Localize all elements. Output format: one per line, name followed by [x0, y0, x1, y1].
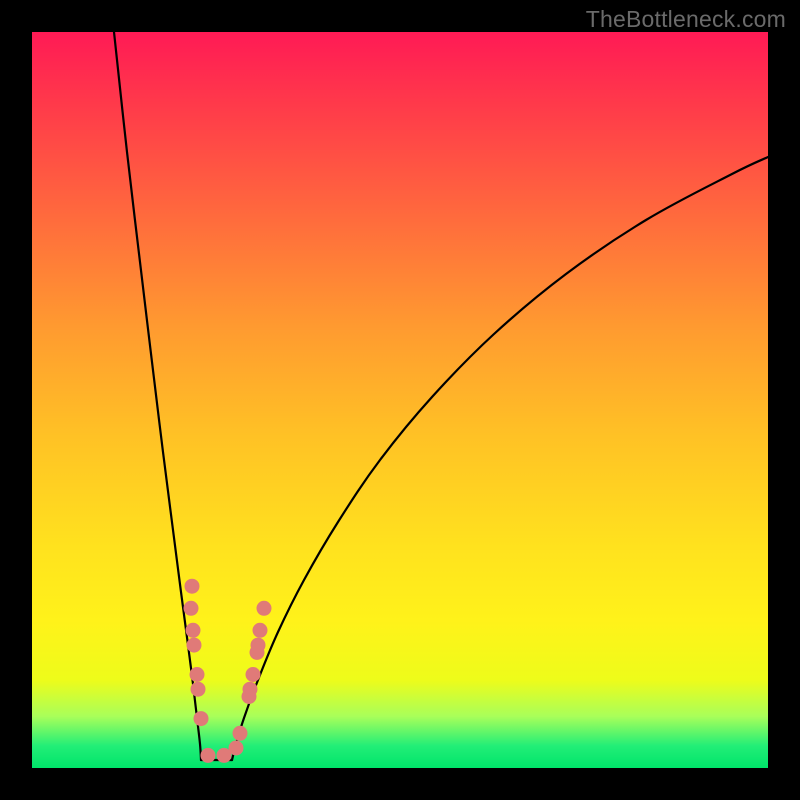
chart-area — [32, 32, 768, 768]
data-point — [229, 741, 244, 756]
data-point — [246, 667, 261, 682]
data-point — [233, 726, 248, 741]
data-point — [187, 638, 202, 653]
data-point — [184, 601, 199, 616]
data-point — [257, 601, 272, 616]
data-point — [251, 638, 266, 653]
data-point — [186, 623, 201, 638]
data-point — [243, 682, 258, 697]
chart-svg — [32, 32, 768, 768]
data-point — [191, 682, 206, 697]
watermark-text: TheBottleneck.com — [586, 6, 786, 33]
data-point — [194, 711, 209, 726]
curve-right-branch — [232, 157, 768, 760]
data-point — [185, 579, 200, 594]
data-point — [201, 748, 216, 763]
data-points — [184, 579, 272, 763]
data-point — [190, 667, 205, 682]
curve-left-branch — [114, 32, 201, 760]
data-point — [253, 623, 268, 638]
